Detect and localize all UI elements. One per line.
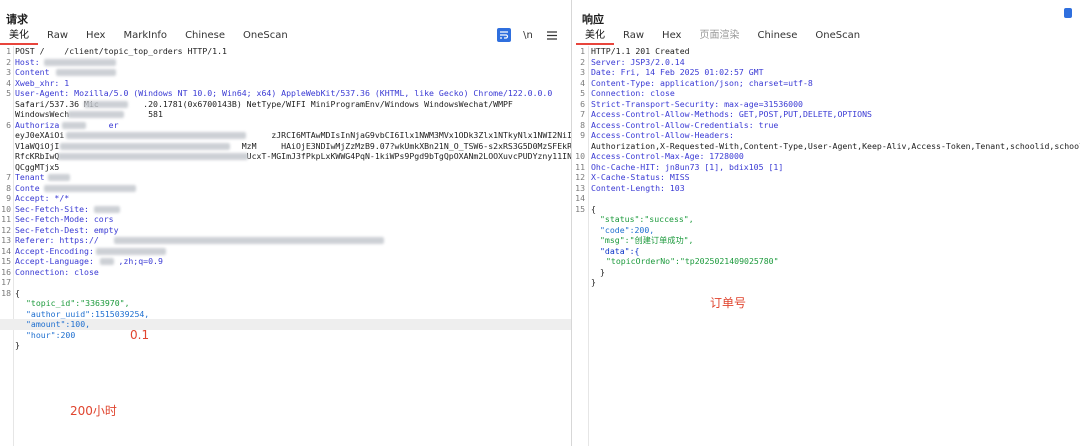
code-line: 12 Sec-Fetch-Dest: empty: [1, 224, 119, 235]
code-line-wrap: eyJ0eXAiOi zJRCI6MTAwMDIsInNjaG9vbCI6Ilx…: [15, 130, 572, 140]
response-tab-raw[interactable]: Raw: [614, 29, 653, 45]
redacted-block: [84, 100, 128, 108]
code-line: 4 Xweb_xhr: 1: [6, 77, 70, 88]
redacted-block: [68, 111, 124, 118]
code-line-wrap: RfcKRbIwQ UcxT-MGImJ3fPkpLxKWWG4PqN-1kiW…: [15, 151, 572, 161]
response-tab-hex[interactable]: Hex: [653, 29, 690, 45]
code-line: 12 X-Cache-Status: MISS: [575, 172, 690, 182]
redacted-block: [48, 174, 70, 181]
code-line: 13 Referer: https://: [0, 235, 571, 246]
json-line: "topicOrderNo":"tp2025021409025780": [606, 256, 779, 266]
code-line: 5 User-Agent: Mozilla/5.0 (Windows NT 10…: [6, 88, 553, 98]
redacted-block: [44, 184, 136, 192]
code-line: 11 Sec-Fetch-Mode: cors: [1, 214, 114, 224]
code-line-wrap: V1aWQiOjI MzM HAiOjE3NDIwMjZzMzB9.07?wkU…: [15, 140, 572, 151]
code-line-wrap: Authorization,X-Requested-With,Content-T…: [591, 140, 1080, 151]
redacted-block: [66, 132, 246, 139]
code-line: 16 Connection: close: [1, 266, 99, 277]
code-line: 9 Accept: */*: [6, 193, 70, 203]
json-line: "author_uuid":1515039254,: [26, 308, 150, 319]
redacted-block: [44, 58, 116, 66]
json-line: }: [591, 277, 596, 287]
json-line: "msg":"创建订单成功",: [600, 235, 694, 245]
request-title: 请求: [6, 13, 28, 26]
redacted-block: [94, 205, 120, 213]
code-line: 2 Server: JSP3/2.0.14: [580, 56, 685, 67]
request-pane: 请求 美化 Raw Hex MarkInfo Chinese OneScan \…: [0, 0, 572, 446]
code-line-wrap: WindowsWech 581: [15, 109, 163, 119]
response-tab-render[interactable]: 页面渲染: [690, 29, 748, 45]
redacted-block: [56, 69, 116, 76]
response-editor[interactable]: 1 HTTP/1.1 201 Created 2 Server: JSP3/2.0.…: [573, 46, 1080, 446]
code-line: 1 HTTP/1.1 201 Created: [580, 46, 690, 56]
order-no-annotation: 订单号: [710, 296, 747, 310]
code-line: 1 POST / /client/topic_top_orders HTTP/1…: [6, 46, 227, 56]
code-line: 6 Strict-Transport-Security: max-age=3153…: [580, 98, 803, 109]
code-line-wrap: Safari/537.36 Mic .20.1781(0x6700143B) N…: [15, 98, 513, 109]
code-line: 14 Accept-Encoding:: [0, 246, 571, 257]
redacted-block: [60, 142, 230, 150]
request-toolbar: \n: [497, 28, 559, 42]
response-tabs: 美化 Raw Hex 页面渲染 Chinese OneScan: [576, 29, 869, 45]
code-line: 18 {: [1, 287, 20, 298]
json-line: "data":{: [600, 245, 640, 256]
json-line: "status":"success",: [600, 214, 694, 224]
request-tab-pretty[interactable]: 美化: [0, 29, 38, 45]
code-line: 7 Tenant: [0, 172, 571, 183]
code-line: 14: [575, 193, 585, 203]
json-line: "code":200,: [600, 224, 655, 235]
code-line: 15 Accept-Language: ,zh;q=0.9: [1, 256, 163, 266]
wrap-text-icon[interactable]: [497, 28, 511, 42]
code-line: 10 Access-Control-Max-Age: 1728000: [575, 151, 744, 161]
json-line: }: [15, 340, 20, 350]
code-line: 6 Authoriza er: [6, 119, 119, 130]
redacted-block: [62, 121, 86, 129]
code-line: 11 Ohc-Cache-HIT: jn8un73 [1], bdix105 [1…: [575, 161, 784, 172]
code-line-wrap: QCggMTjx5: [15, 161, 60, 172]
code-line: 8 Conte: [0, 183, 571, 194]
json-line: "hour":200: [26, 329, 76, 340]
code-line: 4 Content-Type: application/json; charset…: [580, 77, 813, 88]
redacted-block: [96, 247, 166, 255]
response-toolbar: [1064, 8, 1072, 18]
request-tab-chinese[interactable]: Chinese: [176, 29, 234, 45]
redacted-block: [114, 237, 384, 244]
json-line: "topic_id":"3363970",: [26, 298, 130, 308]
hour-annotation: 200小时: [70, 404, 117, 418]
response-tab-pretty[interactable]: 美化: [576, 29, 614, 45]
response-tab-chinese[interactable]: Chinese: [748, 29, 806, 45]
code-line: 5 Connection: close: [580, 88, 675, 98]
panel-toggle-icon[interactable]: [1064, 8, 1072, 18]
json-line: }: [600, 266, 605, 277]
redacted-block: [58, 153, 248, 160]
response-tab-onescan[interactable]: OneScan: [806, 29, 869, 45]
code-line: 3 Content: [0, 67, 571, 78]
amount-annotation: 0.1: [130, 328, 150, 342]
response-title: 响应: [582, 13, 604, 26]
response-pane: 响应 美化 Raw Hex 页面渲染 Chinese OneScan 1 HTTP…: [573, 0, 1080, 446]
code-line: 10 Sec-Fetch-Site:: [1, 203, 120, 214]
code-line: 7 Access-Control-Allow-Methods: GET,POST,…: [580, 109, 872, 119]
code-line: 13 Content-Length: 103: [575, 182, 685, 193]
request-editor[interactable]: 1 POST / /client/topic_top_orders HTTP/1…: [0, 46, 571, 446]
code-line: 9 Access-Control-Allow-Headers:: [580, 130, 734, 140]
menu-icon[interactable]: [545, 28, 559, 42]
request-tabs: 美化 Raw Hex MarkInfo Chinese OneScan: [0, 29, 297, 45]
request-tab-raw[interactable]: Raw: [38, 29, 77, 45]
show-newlines-icon[interactable]: \n: [521, 28, 535, 42]
code-line: 2 Host:: [0, 57, 571, 68]
code-line: 15{: [575, 203, 596, 214]
code-line: 17: [1, 277, 11, 287]
code-line: 3 Date: Fri, 14 Feb 2025 01:02:57 GMT: [580, 67, 764, 77]
request-tab-markinfo[interactable]: MarkInfo: [114, 29, 176, 45]
code-line: 8 Access-Control-Allow-Credentials: true: [580, 119, 779, 130]
redacted-block: [100, 258, 114, 265]
request-tab-onescan[interactable]: OneScan: [234, 29, 297, 45]
request-tab-hex[interactable]: Hex: [77, 29, 114, 45]
json-line-highlighted: "amount":100,: [0, 319, 571, 330]
